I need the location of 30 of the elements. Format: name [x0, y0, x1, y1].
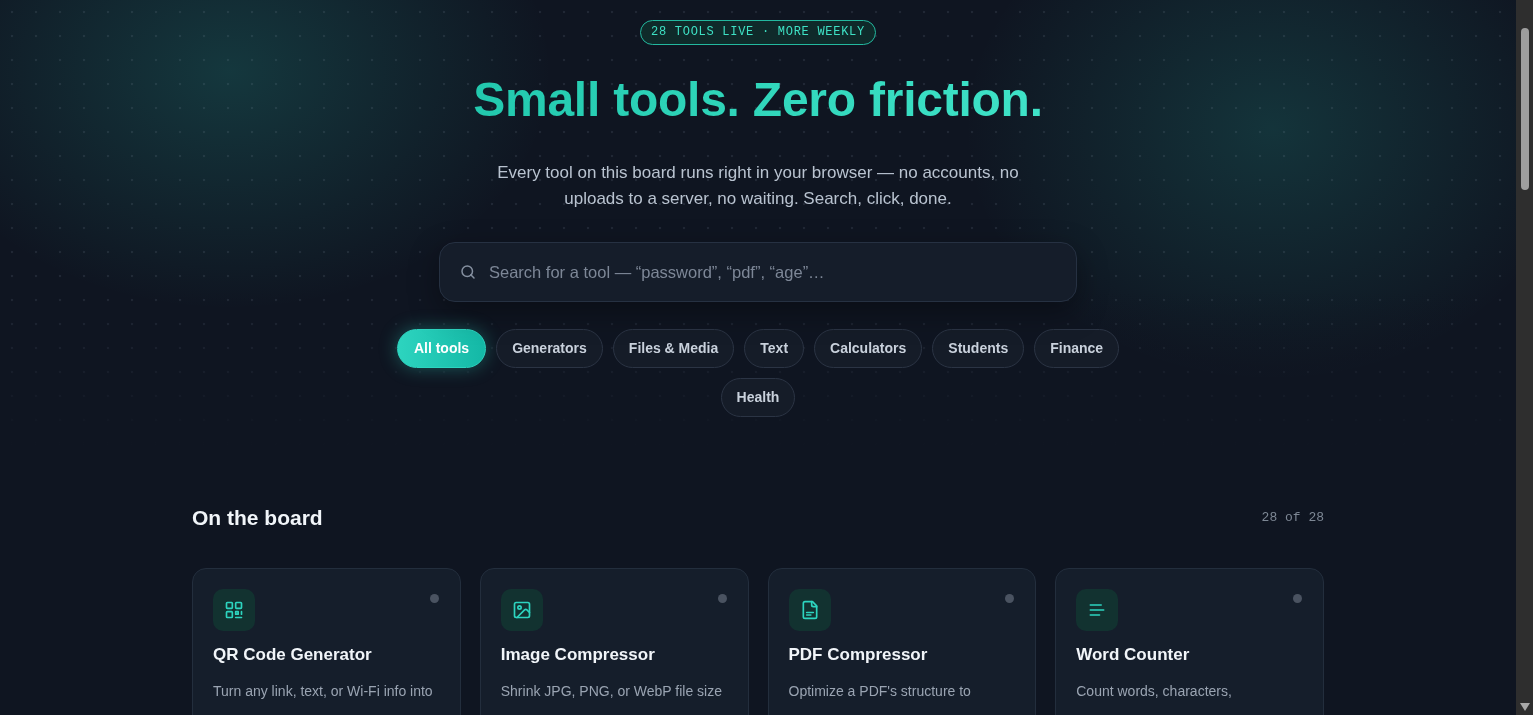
search-field[interactable]: Search for a tool — “password”, “pdf”, “age”… [439, 242, 1077, 302]
scroll-down-arrow-icon[interactable] [1519, 703, 1530, 711]
tools-count-badge: 28 TOOLS LIVE · MORE WEEKLY [640, 20, 876, 45]
qr-code-icon [224, 600, 244, 620]
tool-count: 28 of 28 [1261, 509, 1324, 528]
tool-card[interactable]: Image Compressor Shrink JPG, PNG, or WebP file size [479, 568, 749, 715]
scrollbar-track[interactable] [1516, 0, 1533, 715]
hero-subtitle: Every tool on this board runs right in your browser — no accounts, no uploads to a server, no waiting. Search, click, done. [496, 162, 1020, 210]
category-chip[interactable]: Generators [496, 329, 603, 368]
search-icon [459, 263, 477, 281]
tool-card[interactable]: QR Code Generator Turn any link, text, or Wi-Fi info into [192, 568, 461, 715]
category-chip[interactable]: Text [744, 329, 805, 368]
category-chip[interactable]: Health [720, 378, 796, 417]
tool-title: Image Compressor [500, 644, 656, 666]
category-chip[interactable]: Files & Media [612, 329, 735, 368]
tool-title: PDF Compressor [788, 644, 929, 666]
tool-card[interactable]: Word Counter Count words, characters, [1055, 568, 1324, 715]
tool-description: Shrink JPG, PNG, or WebP file size [500, 682, 723, 701]
category-chip[interactable]: Calculators [814, 329, 923, 368]
tool-title: QR Code Generator [213, 644, 373, 666]
category-chip[interactable]: Students [932, 329, 1025, 368]
tool-title: Word Counter [1076, 644, 1191, 666]
section-heading: On the board [192, 505, 323, 531]
tool-description: Optimize a PDF's structure to [788, 682, 972, 701]
tool-card[interactable]: PDF Compressor Optimize a PDF's structure to [767, 568, 1037, 715]
scrollbar-thumb[interactable] [1520, 28, 1529, 190]
category-chip[interactable]: Finance [1034, 329, 1120, 368]
tool-description: Turn any link, text, or Wi-Fi info into [213, 682, 434, 701]
tool-description: Count words, characters, [1076, 682, 1233, 701]
image-icon [511, 600, 532, 620]
